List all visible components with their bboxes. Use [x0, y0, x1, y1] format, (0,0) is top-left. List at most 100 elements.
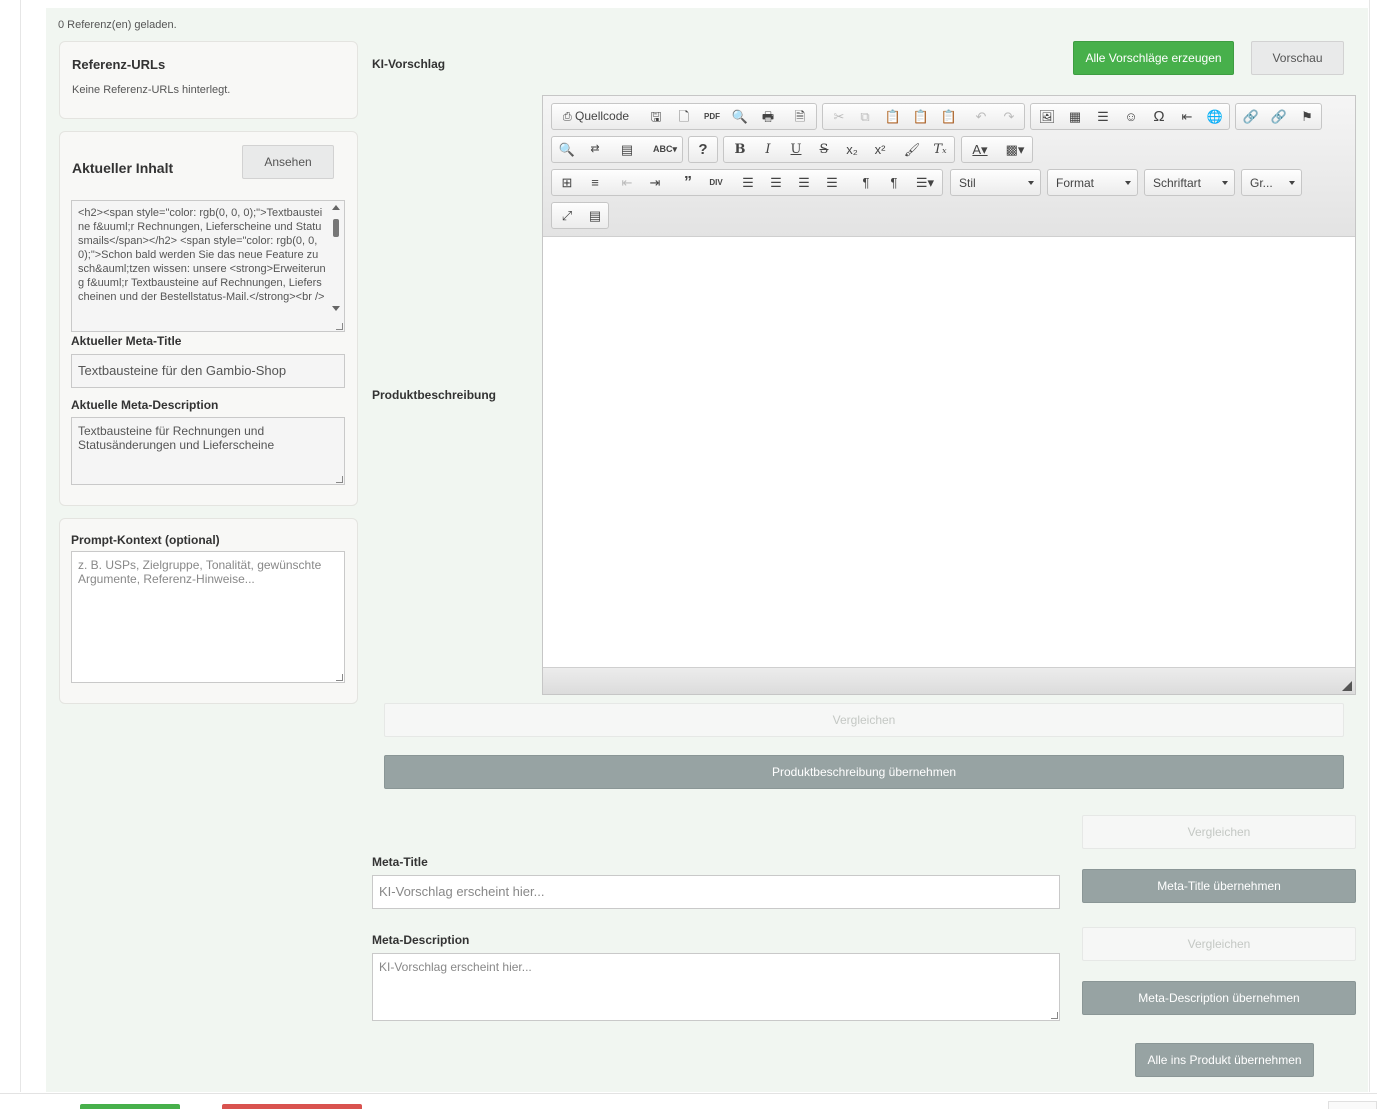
preview-button[interactable]: Vorschau	[1251, 41, 1344, 75]
bold-icon[interactable]: B	[726, 137, 754, 162]
compare-meta-title-button[interactable]: Vergleichen	[1082, 815, 1356, 849]
blockquote-icon[interactable]: ”	[674, 170, 702, 195]
resize-grip-icon[interactable]	[1051, 1012, 1058, 1019]
apply-all-button[interactable]: Alle ins Produkt übernehmen	[1135, 1043, 1314, 1077]
toolbar-group-paragraph: ⊞ ≡ ⇤ ⇥ ” DIV ☰ ☰ ☰ ☰ ¶ ¶ ☰▾	[551, 169, 943, 196]
delete-footer-button[interactable]	[222, 1104, 362, 1109]
underline-icon[interactable]: U	[782, 137, 810, 162]
outdent-icon[interactable]: ⇤	[613, 170, 641, 195]
text-direction-rtl-icon[interactable]: ¶	[880, 170, 908, 195]
help-icon[interactable]: ?	[689, 137, 717, 162]
copy-icon[interactable]: ⧉	[851, 104, 879, 129]
meta-description-label: Meta-Description	[372, 933, 470, 947]
save-footer-button[interactable]	[80, 1104, 180, 1109]
find-icon[interactable]: 🔍	[553, 137, 581, 162]
align-center-icon[interactable]: ☰	[762, 170, 790, 195]
meta-title-input[interactable]: KI-Vorschlag erscheint hier...	[372, 875, 1060, 909]
replace-icon[interactable]: ⇄	[581, 137, 609, 162]
copy-format-icon[interactable]: 🖌	[898, 137, 926, 162]
apply-meta-description-button[interactable]: Meta-Description übernehmen	[1082, 981, 1356, 1015]
scrollbar[interactable]	[330, 204, 342, 314]
justify-icon[interactable]: ☰	[818, 170, 846, 195]
paste-icon[interactable]: 📋	[879, 104, 907, 129]
align-left-icon[interactable]: ☰	[734, 170, 762, 195]
background-color-icon[interactable]: ▩▾	[998, 137, 1032, 162]
page-break-icon[interactable]: ⇤	[1173, 104, 1201, 129]
image-icon[interactable]: 🖼	[1033, 104, 1061, 129]
iframe-icon[interactable]: 🌐	[1201, 104, 1229, 129]
table-icon[interactable]: ▦	[1061, 104, 1089, 129]
show-blocks-icon[interactable]: ▤	[581, 203, 609, 228]
rich-text-editor[interactable]: ⎙ Quellcode 🖫 🗋 PDF 🔍 🖶 🗎 ✂ ⧉ 📋 📋 📋 ↶ ↷ …	[542, 95, 1356, 695]
reference-urls-title: Referenz-URLs	[72, 57, 166, 72]
export-pdf-icon[interactable]: PDF	[698, 104, 726, 129]
redo-icon[interactable]: ↷	[995, 104, 1023, 129]
toolbar-group-links: 🔗 🔗 ⚑	[1235, 103, 1322, 130]
view-current-button[interactable]: Ansehen	[242, 145, 334, 179]
prompt-context-textarea[interactable]: z. B. USPs, Zielgruppe, Tonalität, gewün…	[71, 551, 345, 683]
editor-content-area[interactable]	[543, 237, 1355, 667]
special-char-icon[interactable]: Ω	[1145, 104, 1173, 129]
select-all-icon[interactable]: ▤	[613, 137, 641, 162]
toolbar-group-basicstyles: B I U S x₂ x² 🖌 Tₓ	[723, 136, 955, 163]
current-html-content[interactable]: <h2><span style="color: rgb(0, 0, 0);">T…	[71, 200, 345, 332]
create-div-icon[interactable]: DIV	[702, 170, 730, 195]
strikethrough-icon[interactable]: S	[810, 137, 838, 162]
remove-format-icon[interactable]: Tₓ	[926, 137, 954, 162]
current-meta-description-text: Textbausteine für Rechnungen und Statusä…	[78, 424, 275, 452]
paste-text-icon[interactable]: 📋	[907, 104, 935, 129]
compare-description-button[interactable]: Vergleichen	[384, 703, 1344, 737]
current-content-title: Aktueller Inhalt	[72, 160, 174, 176]
resize-grip-icon[interactable]	[336, 674, 343, 681]
cut-icon[interactable]: ✂	[825, 104, 853, 129]
bulleted-list-icon[interactable]: ≡	[581, 170, 609, 195]
unlink-icon[interactable]: 🔗	[1265, 104, 1293, 129]
align-right-icon[interactable]: ☰	[790, 170, 818, 195]
indent-icon[interactable]: ⇥	[641, 170, 669, 195]
current-meta-description-field[interactable]: Textbausteine für Rechnungen und Statusä…	[71, 417, 345, 485]
chevron-down-icon	[1289, 181, 1295, 185]
generate-all-button[interactable]: Alle Vorschläge erzeugen	[1073, 41, 1234, 75]
chevron-down-icon	[1222, 181, 1228, 185]
resize-grip-icon[interactable]	[336, 476, 343, 483]
smiley-icon[interactable]: ☺	[1117, 104, 1145, 129]
numbered-list-icon[interactable]: ⊞	[553, 170, 581, 195]
toolbar-group-colors: A▾ ▩▾	[961, 136, 1033, 163]
toolbar-group-document: ⎙ Quellcode 🖫 🗋 PDF 🔍 🖶 🗎	[551, 103, 817, 130]
superscript-icon[interactable]: x²	[866, 137, 894, 162]
ki-suggestion-heading: KI-Vorschlag	[372, 57, 446, 71]
source-label: Quellcode	[575, 109, 630, 123]
apply-meta-title-button[interactable]: Meta-Title übernehmen	[1082, 869, 1356, 903]
text-direction-ltr-icon[interactable]: ¶	[852, 170, 880, 195]
current-html-text: <h2><span style="color: rgb(0, 0, 0);">T…	[78, 207, 326, 303]
current-meta-title-field[interactable]: Textbausteine für den Gambio-Shop	[71, 354, 345, 388]
prompt-context-placeholder: z. B. USPs, Zielgruppe, Tonalität, gewün…	[78, 558, 322, 586]
apply-description-button[interactable]: Produktbeschreibung übernehmen	[384, 755, 1344, 789]
link-icon[interactable]: 🔗	[1237, 104, 1265, 129]
print-icon[interactable]: 🖶	[754, 104, 782, 129]
new-page-icon[interactable]: 🗋	[670, 104, 698, 129]
text-color-icon[interactable]: A▾	[963, 137, 997, 162]
resize-grip-icon[interactable]	[336, 323, 343, 330]
font-dropdown[interactable]: Schriftart	[1144, 169, 1235, 196]
undo-icon[interactable]: ↶	[967, 104, 995, 129]
horizontal-line-icon[interactable]: ☰	[1089, 104, 1117, 129]
format-dropdown[interactable]: Format	[1047, 169, 1138, 196]
language-icon[interactable]: ☰▾	[908, 170, 942, 195]
size-dropdown[interactable]: Gr...	[1241, 169, 1302, 196]
compare-meta-description-button[interactable]: Vergleichen	[1082, 927, 1356, 961]
preview-icon[interactable]: 🔍	[726, 104, 754, 129]
maximize-icon[interactable]: ⤢	[553, 203, 581, 228]
anchor-flag-icon[interactable]: ⚑	[1293, 104, 1321, 129]
paste-word-icon[interactable]: 📋	[935, 104, 963, 129]
resize-handle-icon[interactable]	[1342, 681, 1352, 691]
save-icon[interactable]: 🖫	[642, 104, 670, 129]
meta-description-textarea[interactable]: KI-Vorschlag erscheint hier...	[372, 953, 1060, 1021]
source-button[interactable]: ⎙ Quellcode	[552, 104, 640, 129]
italic-icon[interactable]: I	[754, 137, 782, 162]
subscript-icon[interactable]: x₂	[838, 137, 866, 162]
editor-footer	[543, 667, 1355, 694]
templates-icon[interactable]: 🗎	[786, 104, 814, 129]
style-dropdown[interactable]: Stil	[950, 169, 1041, 196]
spellcheck-icon[interactable]: ABC▾	[648, 137, 682, 162]
